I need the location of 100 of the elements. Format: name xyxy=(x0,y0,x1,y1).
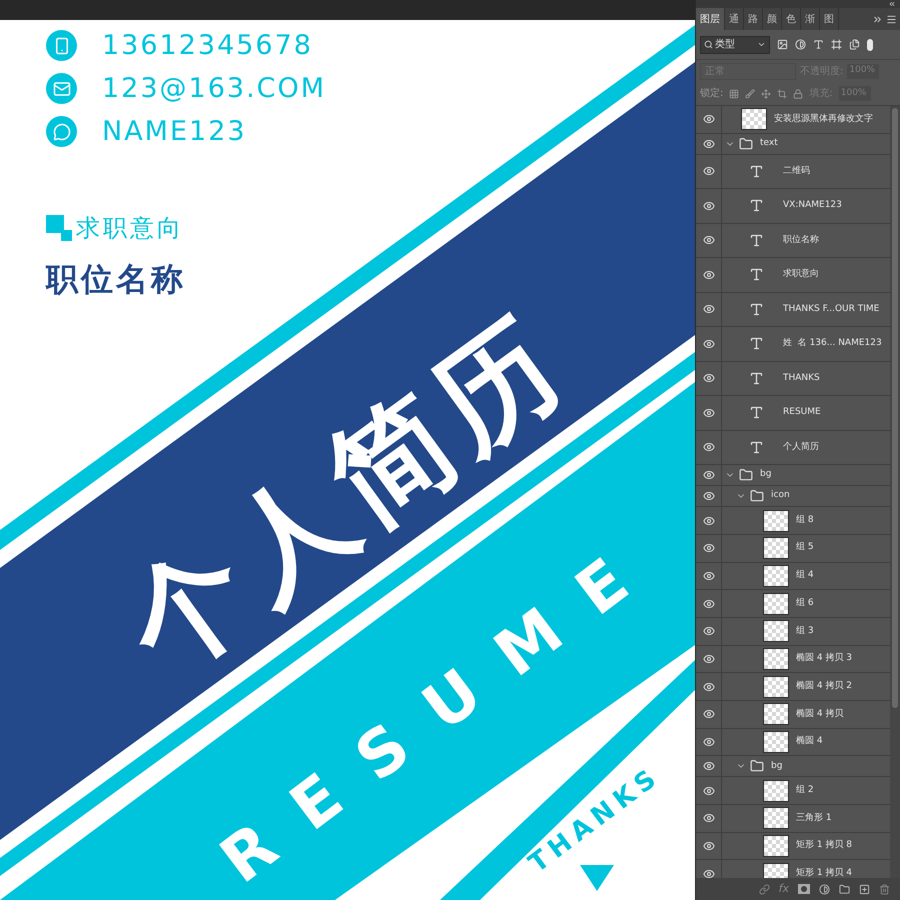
eye-icon[interactable] xyxy=(702,760,714,772)
adjustment-icon[interactable] xyxy=(819,884,830,894)
lock-pixels-icon[interactable] xyxy=(729,88,740,98)
layer-name: 矩形 1 拷贝 8 xyxy=(796,839,852,852)
eye-icon[interactable] xyxy=(702,338,714,350)
eye-icon[interactable] xyxy=(702,268,714,281)
eye-icon[interactable] xyxy=(702,490,714,502)
layer-row[interactable]: 三角形 1 xyxy=(696,805,890,833)
menu-icon[interactable] xyxy=(886,14,897,24)
folder-icon[interactable] xyxy=(839,884,850,894)
layer-row[interactable]: text xyxy=(696,134,890,155)
layer-row[interactable]: icon xyxy=(696,486,890,508)
layer-row[interactable]: 组 2 xyxy=(696,777,890,806)
layer-row[interactable]: 椭圆 4 拷贝 3 xyxy=(696,646,890,674)
layer-row[interactable]: 组 8 xyxy=(696,507,890,535)
text-layer-icon xyxy=(748,405,764,420)
layer-row[interactable]: 个人简历 xyxy=(696,430,890,466)
folder-icon xyxy=(750,489,764,504)
eye-icon[interactable] xyxy=(702,372,714,384)
eye-icon[interactable] xyxy=(702,514,714,527)
smart-object-filter-icon[interactable] xyxy=(849,39,860,50)
layer-row[interactable]: 职位名称 xyxy=(696,224,890,258)
eye-icon[interactable] xyxy=(702,784,714,797)
layer-thumbnail xyxy=(763,592,789,615)
brush-icon[interactable] xyxy=(745,88,756,98)
layer-row[interactable]: 椭圆 4 拷贝 xyxy=(696,701,890,729)
eye-icon[interactable] xyxy=(702,570,714,582)
crop-icon[interactable] xyxy=(777,88,788,98)
eye-icon[interactable] xyxy=(702,652,714,665)
layer-name: VX:NAME123 xyxy=(783,199,842,212)
collapse-icon[interactable] xyxy=(888,0,896,8)
layer-row[interactable]: 姓 名 136... NAME123 xyxy=(696,327,890,362)
layer-row[interactable]: RESUME xyxy=(696,396,890,431)
eye-icon[interactable] xyxy=(702,868,714,878)
layer-row[interactable]: 椭圆 4 拷贝 2 xyxy=(696,673,890,701)
layer-row[interactable]: 组 6 xyxy=(696,590,890,618)
image-filter-icon[interactable] xyxy=(777,39,788,50)
layer-row[interactable]: 矩形 1 拷贝 8 xyxy=(696,832,890,860)
layer-row[interactable]: THANKS xyxy=(696,362,890,396)
mask-icon[interactable] xyxy=(798,884,810,894)
layer-name: THANKS xyxy=(783,372,820,385)
eye-icon[interactable] xyxy=(702,200,714,212)
text-layer-icon xyxy=(748,164,764,179)
contact-text: 13612345678 xyxy=(102,30,313,61)
link-icon[interactable] xyxy=(758,884,770,894)
search-icon xyxy=(704,40,713,49)
text-layer-icon xyxy=(748,370,764,386)
layer-row[interactable]: bg xyxy=(696,756,890,778)
eye-icon[interactable] xyxy=(702,469,714,482)
layer-row[interactable]: 求职意向 xyxy=(696,258,890,293)
layer-name: 椭圆 4 拷贝 xyxy=(796,708,844,721)
layer-name: 二维码 xyxy=(783,164,810,178)
eye-icon[interactable] xyxy=(702,441,714,454)
eye-icon[interactable] xyxy=(702,708,714,720)
trash-icon[interactable] xyxy=(879,884,890,894)
folder-icon xyxy=(739,136,753,151)
filter-dropdown[interactable]: 类型 xyxy=(700,36,770,54)
layer-name: 求职意向 xyxy=(783,268,819,282)
eye-icon[interactable] xyxy=(702,165,714,178)
more-tabs-icon[interactable] xyxy=(872,14,883,24)
eye-icon[interactable] xyxy=(702,625,714,638)
layer-row[interactable]: 组 3 xyxy=(696,618,890,646)
layer-row[interactable]: 组 5 xyxy=(696,534,890,563)
new-layer-icon[interactable] xyxy=(859,884,870,894)
layer-row[interactable]: bg xyxy=(696,465,890,486)
eye-icon[interactable] xyxy=(702,303,714,316)
panel-tab[interactable]: 图层 xyxy=(696,8,725,30)
move-icon[interactable] xyxy=(761,88,772,98)
layer-name: 个人简历 xyxy=(783,440,819,454)
adjustment-filter-icon[interactable] xyxy=(795,39,806,50)
filter-toggle[interactable] xyxy=(867,38,873,50)
layer-name: RESUME xyxy=(783,406,821,420)
lock-icon[interactable] xyxy=(793,88,804,98)
eye-icon[interactable] xyxy=(702,542,714,554)
layer-thumbnail xyxy=(763,648,789,670)
eye-icon[interactable] xyxy=(702,138,714,150)
eye-icon[interactable] xyxy=(702,113,714,126)
layer-row[interactable]: 二维码 xyxy=(696,154,890,190)
layer-name: 椭圆 4 拷贝 3 xyxy=(796,652,852,666)
lock-label: 锁定: xyxy=(700,86,724,101)
eye-icon[interactable] xyxy=(702,680,714,693)
layer-row[interactable]: VX:NAME123 xyxy=(696,189,890,224)
layer-row[interactable]: THANKS F...OUR TIME xyxy=(696,292,890,328)
contact-text: 123@163.COM xyxy=(102,73,326,104)
layer-row[interactable]: 椭圆 4 xyxy=(696,728,890,756)
shape-filter-icon[interactable] xyxy=(831,39,842,50)
layer-name: icon xyxy=(771,489,790,502)
layer-thumbnail xyxy=(763,807,789,830)
layer-row[interactable]: 安装思源黑体再修改文字 xyxy=(696,106,890,134)
eye-icon[interactable] xyxy=(702,840,714,852)
eye-icon[interactable] xyxy=(702,406,714,419)
layer-name: text xyxy=(760,136,778,150)
email-icon xyxy=(46,73,77,104)
scrollbar[interactable] xyxy=(890,106,900,878)
layer-row[interactable]: 组 4 xyxy=(696,562,890,590)
eye-icon[interactable] xyxy=(702,598,714,610)
eye-icon[interactable] xyxy=(702,736,714,748)
type-filter-icon[interactable] xyxy=(813,39,824,50)
eye-icon[interactable] xyxy=(702,234,714,246)
eye-icon[interactable] xyxy=(702,812,714,824)
